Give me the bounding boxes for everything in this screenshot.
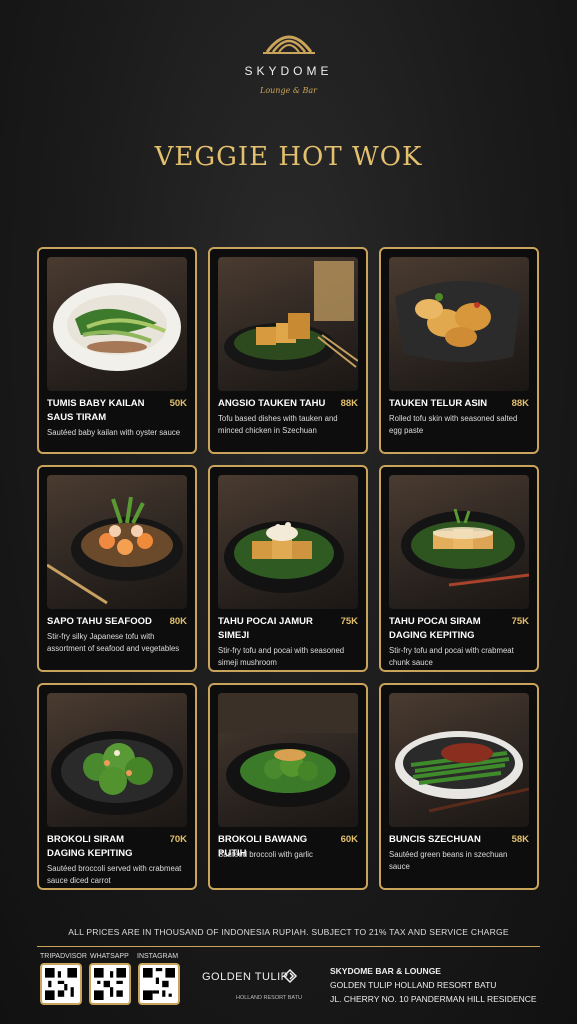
dish-photo	[389, 475, 529, 609]
whatsapp-qr-code[interactable]	[89, 963, 131, 1005]
dish-price: 80K	[169, 616, 187, 627]
dome-icon	[262, 35, 315, 54]
dish-photo	[218, 693, 358, 827]
dish-name: TAUKEN TELUR ASIN	[389, 398, 488, 409]
dish-photo	[47, 475, 187, 609]
dish-price: 70K	[169, 834, 187, 845]
dish-name: TAHU POCAI JAMUR SIMEJI	[218, 616, 313, 641]
menu-item-card[interactable]: TUMIS BABY KAILAN SAUS TIRAM 50K Sautéed…	[37, 247, 197, 454]
menu-item-card[interactable]: TAHU POCAI JAMUR SIMEJI 75K Stir-fry tof…	[208, 465, 368, 672]
instagram-label: INSTAGRAM	[137, 953, 179, 960]
dish-price: 88K	[511, 398, 529, 409]
menu-item-card[interactable]: BROKOLI BAWANG PUTIH 60K Sautéed broccol…	[208, 683, 368, 890]
menu-item-card[interactable]: TAUKEN TELUR ASIN 88K Rolled tofu skin w…	[379, 247, 539, 454]
dish-price: 88K	[340, 398, 358, 409]
dish-photo	[47, 693, 187, 827]
dish-price: 58K	[511, 834, 529, 845]
dish-price: 75K	[340, 616, 358, 627]
dish-name: TAHU POCAI SIRAM DAGING KEPITING	[389, 616, 481, 641]
tripadvisor-qr-code[interactable]	[40, 963, 82, 1005]
venue-name: SKYDOME BAR & LOUNGE	[330, 966, 441, 976]
brand-tagline: Lounge & Bar	[260, 86, 317, 95]
venue-address-line1: GOLDEN TULIP HOLLAND RESORT BATU	[330, 980, 497, 990]
dish-description: Sautéed broccoli served with crabmeat sa…	[47, 864, 182, 885]
dish-photo	[389, 693, 529, 827]
venue-address-line2: JL. CHERRY NO. 10 PANDERMAN HILL RESIDEN…	[330, 994, 537, 1004]
dish-description: Stir-fry tofu and pocai with seasoned si…	[218, 646, 345, 667]
dish-name: TUMIS BABY KAILAN SAUS TIRAM	[47, 398, 145, 423]
dish-description: Sautéed green beans in szechuan sauce	[389, 850, 508, 871]
skydome-logo: SKYDOME Lounge & Bar	[0, 28, 577, 95]
dish-description: Sautéed baby kailan with oyster sauce	[47, 428, 181, 437]
dish-name: BUNCIS SZECHUAN	[389, 834, 481, 845]
dish-description: Tofu based dishes with tauken and minced…	[218, 414, 338, 435]
menu-item-card[interactable]: BUNCIS SZECHUAN 58K Sautéed green beans …	[379, 683, 539, 890]
tripadvisor-label: TRIPADVISOR	[40, 953, 87, 960]
instagram-qr-code[interactable]	[138, 963, 180, 1005]
dish-name: BROKOLI SIRAM DAGING KEPITING	[47, 834, 133, 859]
hotel-logo-name: GOLDEN TULIP	[202, 971, 289, 983]
dish-description: Sautéed broccoli with garlic	[218, 850, 313, 859]
brand-name: SKYDOME	[244, 64, 333, 78]
hotel-logo-sub: HOLLAND RESORT BATU	[236, 995, 303, 1001]
footer-divider	[37, 946, 540, 947]
dish-photo	[218, 257, 358, 391]
page-title: VEGGIE HOT WOK	[154, 142, 423, 172]
menu-item-card[interactable]: ANGSIO TAUKEN TAHU 88K Tofu based dishes…	[208, 247, 368, 454]
menu-item-card[interactable]: BROKOLI SIRAM DAGING KEPITING 70K Sautée…	[37, 683, 197, 890]
dish-photo	[218, 475, 358, 609]
whatsapp-label: WHATSAPP	[90, 953, 129, 960]
dish-name: SAPO TAHU SEAFOOD	[47, 616, 152, 627]
menu-item-card[interactable]: TAHU POCAI SIRAM DAGING KEPITING 75K Sti…	[379, 465, 539, 672]
dish-description: Rolled tofu skin with seasoned salted eg…	[389, 414, 518, 435]
dish-photo	[389, 257, 529, 391]
golden-tulip-icon	[282, 968, 298, 984]
dish-description: Stir-fry tofu and pocai with crabmeat ch…	[389, 646, 514, 667]
dish-price: 50K	[169, 398, 187, 409]
dish-photo	[47, 257, 187, 391]
dish-price: 75K	[511, 616, 529, 627]
dish-description: Stir-fry silky Japanese tofu with assort…	[47, 632, 180, 653]
menu-item-card[interactable]: SAPO TAHU SEAFOOD 80K Stir-fry silky Jap…	[37, 465, 197, 672]
dish-price: 60K	[340, 834, 358, 845]
price-note: ALL PRICES ARE IN THOUSAND OF INDONESIA …	[68, 927, 509, 937]
dish-name: ANGSIO TAUKEN TAHU	[218, 398, 326, 409]
